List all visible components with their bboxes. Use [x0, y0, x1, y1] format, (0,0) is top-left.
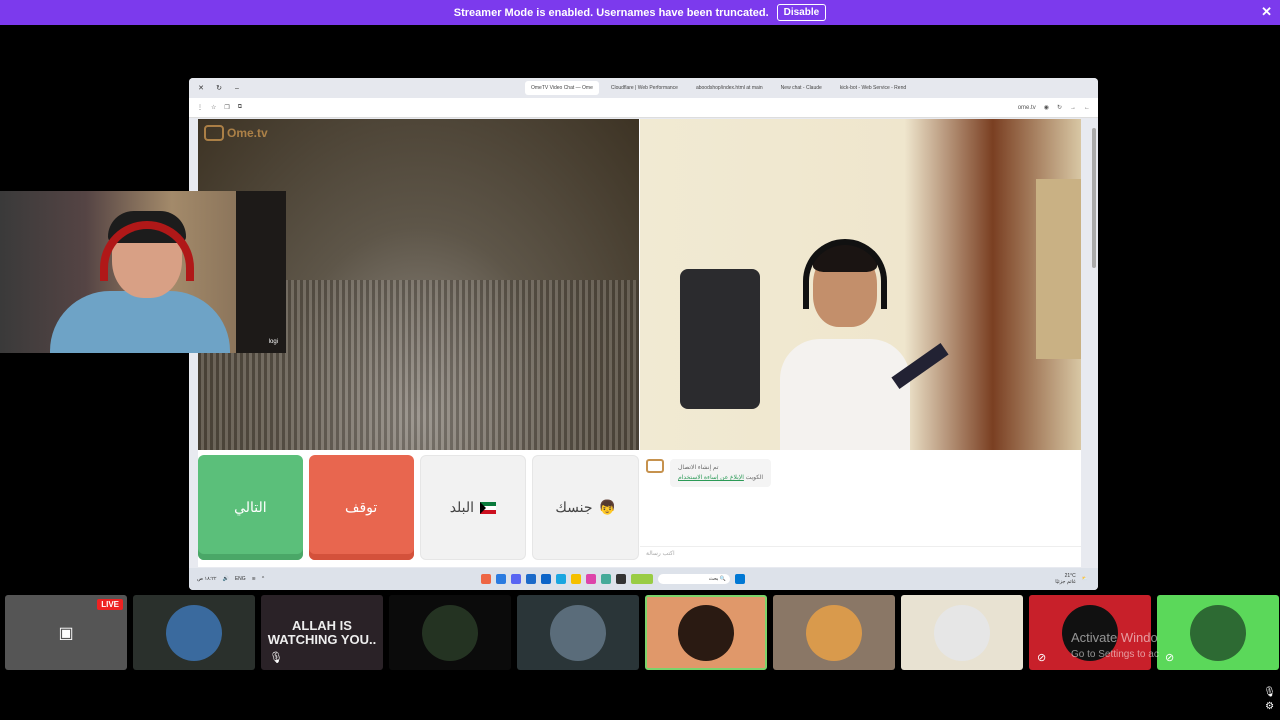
deafened-icon: ⊘ [1037, 652, 1047, 664]
browser-tabbar: ✕ ↻ – OmeTV Video Chat — Ome Cloudflare … [189, 78, 1098, 98]
terminal-icon[interactable] [616, 574, 626, 584]
close-window-icon[interactable]: ✕ [195, 84, 207, 92]
settings-icon[interactable]: ⚙ [1263, 700, 1276, 714]
microphone-icon[interactable]: 🎙 [1263, 686, 1276, 700]
shared-screen: ✕ ↻ – OmeTV Video Chat — Ome Cloudflare … [189, 78, 1098, 590]
refresh-icon[interactable]: ↻ [213, 84, 225, 92]
participant-tile[interactable]: ALLAH IS WATCHING YOU.. 🎙 [261, 595, 383, 670]
disable-button[interactable]: Disable [776, 4, 827, 21]
avatar [806, 604, 862, 661]
app-icon[interactable] [586, 574, 596, 584]
star-icon[interactable]: ☆ [211, 104, 216, 111]
store-icon[interactable] [541, 574, 551, 584]
streamer-mode-banner: Streamer Mode is enabled. Usernames have… [0, 0, 1280, 25]
avatar [934, 604, 990, 661]
chrome-icon[interactable] [481, 574, 491, 584]
wifi-icon[interactable]: ≋ [252, 576, 256, 582]
boy-icon: 👦 [598, 499, 616, 515]
taskbar-clock: ١٨:٢٢ ص [197, 576, 217, 582]
screen-share-icon: ▣ [58, 624, 74, 642]
tab-github[interactable]: aboodshop/index.html at main [690, 81, 769, 95]
mic-muted-icon: 🎙 [269, 652, 283, 664]
participant-tile[interactable] [133, 595, 255, 670]
chat-panel: تم إنشاء الاتصال الكويت الإبلاغ عن إساءة… [640, 455, 1081, 560]
ometv-avatar-icon [646, 459, 664, 473]
report-link[interactable]: الإبلاغ عن إساءة الاستخدام [678, 475, 744, 481]
close-icon[interactable]: ✕ [1261, 4, 1272, 20]
stranger-video [640, 119, 1081, 450]
volume-icon[interactable]: 🔊 [223, 576, 229, 582]
activate-windows-watermark: Activate Windo Go to Settings to ac [1071, 630, 1159, 660]
ometv-page: Ome.tv التالي توقف البلد جنسك 👦 تم إنشاء… [198, 119, 1081, 567]
tab-render[interactable]: kick-bot - Web Service - Rend [834, 81, 912, 95]
streamer-webcam: logi [0, 191, 286, 353]
tab-claude[interactable]: New chat - Claude [775, 81, 828, 95]
country-button[interactable]: البلد [419, 455, 527, 560]
vscode-icon[interactable] [496, 574, 506, 584]
avatar-text: ALLAH IS WATCHING YOU.. [267, 617, 377, 647]
mail-icon[interactable] [526, 574, 536, 584]
address-bar: ⋮ ☆ ❐ ⧉ ome.tv ◉ ↻ → ← [189, 98, 1098, 118]
copy-icon[interactable]: ❐ [224, 104, 229, 111]
avatar [550, 604, 606, 661]
tray-expand-icon[interactable]: ^ [262, 576, 264, 582]
stop-button[interactable]: توقف [308, 455, 414, 560]
windows-start-icon[interactable] [735, 574, 745, 584]
address-text[interactable]: ome.tv [1018, 105, 1036, 111]
webcam-brand-label: logi [268, 339, 278, 345]
avatar [678, 604, 734, 661]
forward-icon[interactable]: → [1070, 105, 1076, 111]
photos-icon[interactable] [601, 574, 611, 584]
participant-tile[interactable] [517, 595, 639, 670]
weather-icon: ⛅ [1081, 576, 1088, 582]
ometv-logo: Ome.tv [204, 125, 268, 141]
language-indicator[interactable]: ENG [235, 576, 246, 582]
minimize-icon[interactable]: – [231, 85, 243, 92]
avatar [166, 604, 222, 661]
chat-input[interactable]: اكتب رسالة [640, 546, 1081, 560]
participant-tile[interactable] [773, 595, 895, 670]
participant-tile[interactable] [389, 595, 511, 670]
windows-taskbar: ١٨:٢٢ ص 🔊 ENG ≋ ^ بحث 🔍 21°C غائم جزئيًا [189, 568, 1098, 590]
menu-icon[interactable]: ⋮ [197, 104, 203, 111]
discord-icon[interactable] [511, 574, 521, 584]
system-message: تم إنشاء الاتصال الكويت الإبلاغ عن إساءة… [670, 459, 772, 487]
ometv-controls: التالي توقف البلد جنسك 👦 [198, 455, 639, 560]
deafened-icon: ⊘ [1165, 652, 1175, 664]
participant-tile-speaking[interactable] [645, 595, 767, 670]
taskbar-search[interactable]: بحث 🔍 [658, 574, 730, 584]
back-icon[interactable]: ← [1084, 105, 1090, 111]
avatar [422, 604, 478, 661]
page-scrollbar[interactable] [1092, 128, 1096, 268]
profile-icon[interactable]: ◉ [1044, 104, 1049, 111]
kuwait-flag-icon [480, 501, 497, 514]
stranger-person [775, 239, 915, 450]
participant-tile[interactable] [901, 595, 1023, 670]
live-badge: LIVE [97, 599, 123, 610]
weather-widget[interactable]: 21°C غائم جزئيًا ⛅ [1055, 573, 1088, 585]
gender-button[interactable]: جنسك 👦 [532, 455, 639, 560]
tab-cloudflare[interactable]: Cloudflare | Web Performance [605, 81, 684, 95]
reload-icon[interactable]: ↻ [1057, 104, 1062, 111]
folder-icon[interactable] [571, 574, 581, 584]
participant-tile[interactable]: ⊘ [1157, 595, 1279, 670]
stream-preview-tile[interactable]: LIVE ▣ [5, 595, 127, 670]
next-button[interactable]: التالي [198, 455, 303, 560]
tv-icon [204, 125, 224, 141]
avatar [1190, 604, 1246, 661]
game-icon[interactable] [631, 574, 653, 584]
tab-ometv[interactable]: OmeTV Video Chat — Ome [525, 81, 599, 95]
banner-message: Streamer Mode is enabled. Usernames have… [453, 6, 769, 19]
extension-icon[interactable]: ⧉ [238, 104, 242, 111]
edge-icon[interactable] [556, 574, 566, 584]
